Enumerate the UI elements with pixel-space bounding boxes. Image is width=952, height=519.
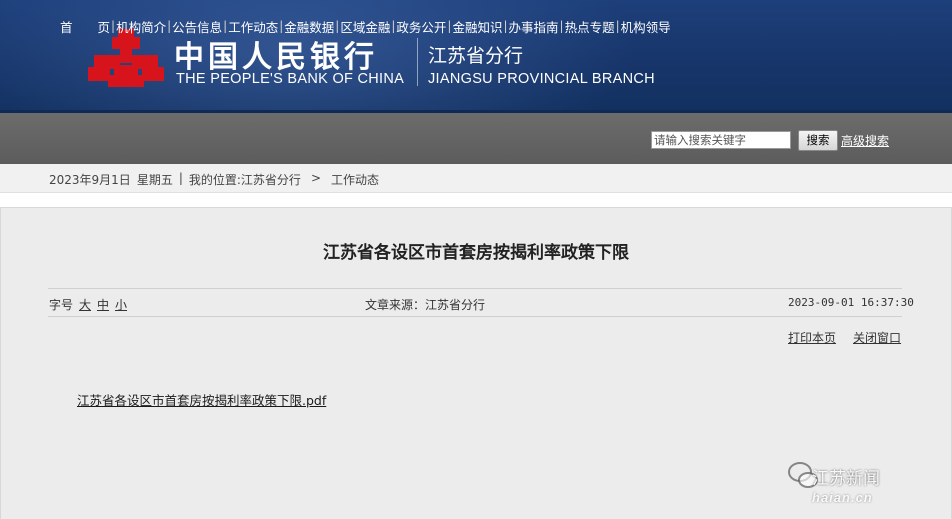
branch-name-en: JIANGSU PROVINCIAL BRANCH: [428, 71, 655, 87]
close-window-link[interactable]: 关闭窗口: [853, 329, 901, 346]
nav-item-finance-knowledge[interactable]: 金融知识: [452, 17, 502, 36]
nav-item-work-news[interactable]: 工作动态: [228, 17, 278, 36]
nav-separator: |: [111, 19, 116, 33]
nav-item-leaders[interactable]: 机构领导: [621, 17, 671, 36]
nav-items: 首 页 | 机构简介 | 公告信息 | 工作动态 | 金融数据 | 区域金融 |…: [60, 17, 671, 36]
bank-name-cn: 中国人民银行: [174, 40, 378, 75]
font-size-medium-link[interactable]: 中: [97, 296, 109, 313]
location-label: 我的位置:: [188, 173, 241, 187]
watermark-sub: haian.cn: [812, 490, 873, 505]
branch-name-cn: 江苏省分行: [428, 45, 524, 67]
article-source: 文章来源：江苏省分行: [365, 298, 486, 312]
nav-item-financial-data[interactable]: 金融数据: [284, 17, 334, 36]
search-input[interactable]: [651, 131, 791, 149]
current-date: 2023年9月1日: [49, 173, 131, 187]
nav-separator: |: [559, 19, 564, 33]
article-title: 江苏省各设区市首套房按揭利率政策下限: [323, 243, 629, 263]
watermark-text: 江苏新闻: [812, 469, 880, 489]
nav-item-regional-finance[interactable]: 区域金融: [340, 17, 390, 36]
bank-name-en: THE PEOPLE'S BANK OF CHINA: [176, 71, 405, 87]
divider: [48, 288, 902, 289]
print-page-link[interactable]: 打印本页: [788, 329, 836, 346]
nav-item-home[interactable]: 首 页: [60, 17, 110, 36]
nav-separator: |: [503, 19, 508, 33]
breadcrumb-item-branch[interactable]: 江苏省分行: [241, 171, 301, 188]
nav-item-notices[interactable]: 公告信息: [172, 17, 222, 36]
divider: [48, 316, 902, 317]
nav-separator: |: [279, 19, 284, 33]
advanced-search-link[interactable]: 高级搜索: [841, 132, 889, 149]
search-button[interactable]: 搜索: [798, 130, 838, 151]
nav-separator: |: [391, 19, 396, 33]
nav-item-about[interactable]: 机构简介: [116, 17, 166, 36]
pboc-emblem-icon[interactable]: [88, 27, 164, 91]
font-size-label: 字号: [49, 298, 74, 312]
pdf-attachment-link[interactable]: 江苏省各设区市首套房按揭利率政策下限.pdf: [77, 390, 326, 409]
font-size-small-link[interactable]: 小: [115, 296, 127, 313]
nav-item-hot-topics[interactable]: 热点专题: [565, 17, 615, 36]
nav-item-gov-affairs[interactable]: 政务公开: [396, 17, 446, 36]
nav-separator: |: [335, 19, 340, 33]
publish-time: 2023-09-01 16:37:30: [788, 296, 914, 309]
current-weekday: 星期五: [136, 173, 173, 187]
nav-separator: |: [167, 19, 172, 33]
breadcrumb: 2023年9月1日 星期五 | 我的位置: 江苏省分行 > 工作动态: [49, 171, 380, 188]
breadcrumb-item-work-news[interactable]: 工作动态: [331, 171, 379, 188]
nav-separator: |: [223, 19, 228, 33]
font-size-large-link[interactable]: 大: [79, 296, 91, 313]
branch-divider: [417, 38, 418, 86]
nav-separator: |: [447, 19, 452, 33]
nav-item-service-guide[interactable]: 办事指南: [509, 17, 559, 36]
nav-separator: |: [615, 19, 620, 33]
chevron-right-icon: >: [310, 171, 321, 185]
